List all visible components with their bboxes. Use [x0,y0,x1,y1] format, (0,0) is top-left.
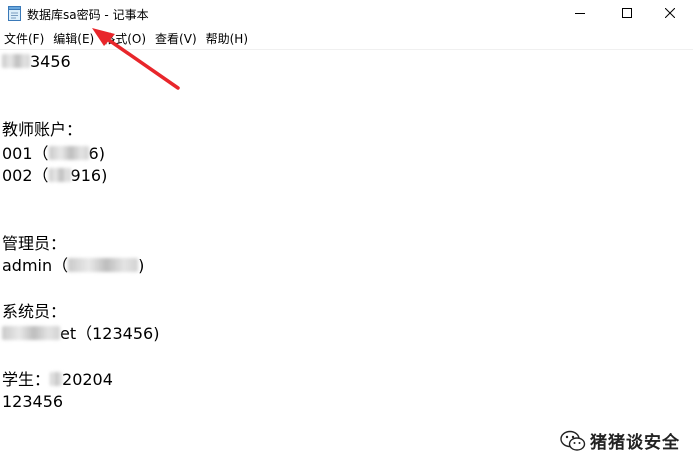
redacted-mosaic [50,372,63,386]
redacted-mosaic [48,168,71,182]
minimize-icon [575,13,585,14]
notepad-window: 数据库sa密码 - 记事本 文件(F) 编辑(E) 格式(O) 查看(V) 帮助… [0,0,693,473]
title-bar[interactable]: 数据库sa密码 - 记事本 [0,0,693,27]
text-editor[interactable]: 3456 教师账户： 001（ 6) 002（ 916) 管理员： admin（) … [0,50,693,473]
text-line: 002（ 916) [2,166,108,185]
menu-view[interactable]: 查看(V) [151,29,202,49]
text-line: admin（) [2,256,145,275]
menu-file[interactable]: 文件(F) [0,29,49,49]
text-line: 3456 [2,52,71,72]
redacted-mosaic [48,146,89,160]
minimize-button[interactable] [557,0,603,26]
text-line: 123456 [2,392,64,411]
menu-format[interactable]: 格式(O) [99,29,151,49]
text-line: et（123456) [2,324,159,344]
text-line: 001（ 6) [2,144,105,163]
redacted-mosaic [2,326,60,340]
text-line: 学生： 20204 [2,370,113,389]
window-title: 数据库sa密码 - 记事本 [27,8,149,22]
text-line: 管理员： [2,234,67,253]
watermark: 猪猪谈安全 [560,428,680,453]
text-line: 教师账户： [2,120,83,139]
maximize-button[interactable] [604,0,650,26]
menu-edit[interactable]: 编辑(E) [49,29,99,49]
watermark-text: 猪猪谈安全 [590,433,680,453]
menu-bar: 文件(F) 编辑(E) 格式(O) 查看(V) 帮助(H) [0,29,693,49]
text-line: 系统员： [2,302,67,321]
maximize-icon [622,8,632,18]
close-icon [665,8,675,18]
redacted-mosaic [2,54,30,68]
notepad-app-icon [8,6,21,21]
redacted-mosaic [68,258,139,272]
menu-help[interactable]: 帮助(H) [202,29,253,49]
wechat-icon [560,430,586,451]
close-button[interactable] [647,0,693,26]
